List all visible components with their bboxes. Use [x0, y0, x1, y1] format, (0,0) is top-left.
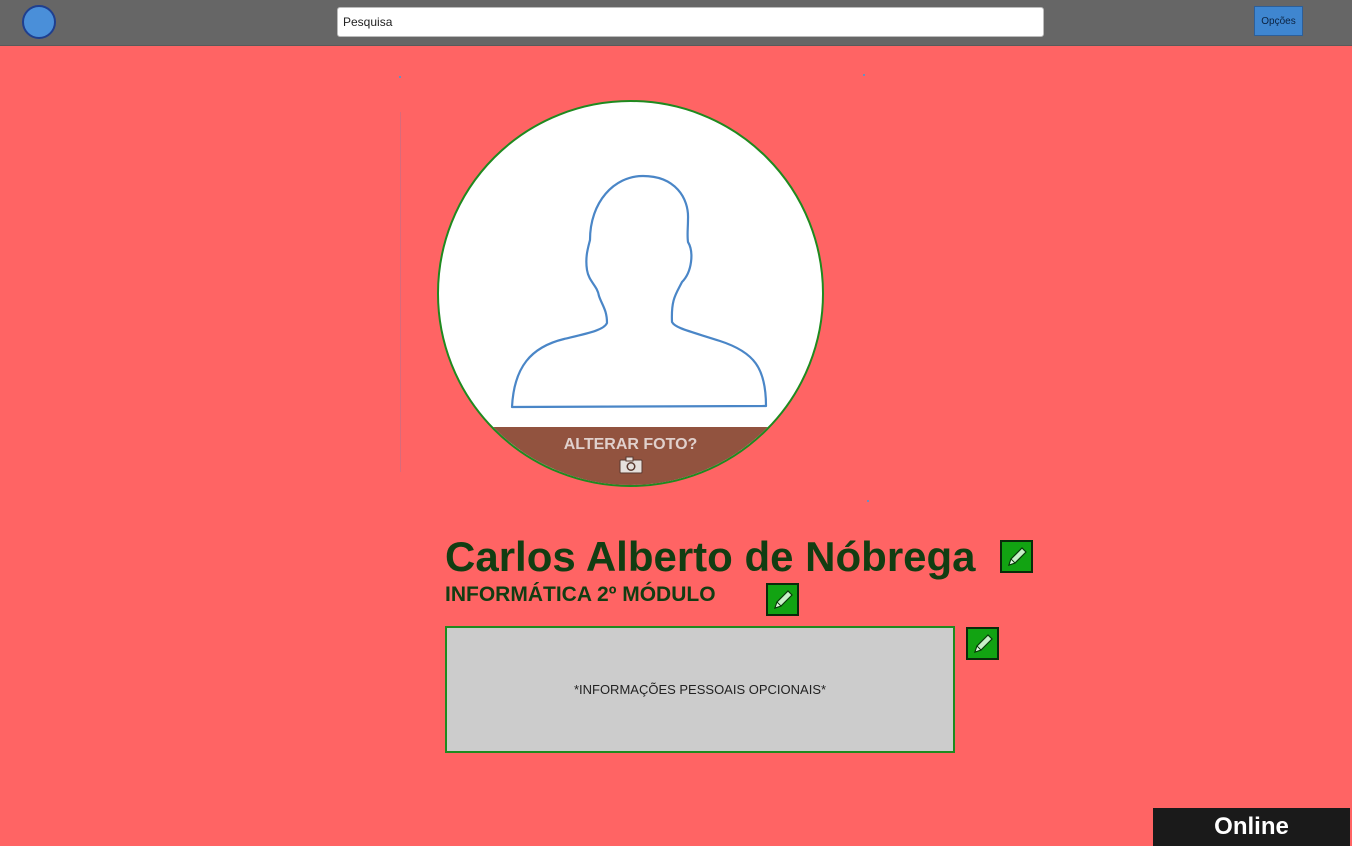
pencil-icon	[773, 589, 793, 609]
decorative-dot	[867, 500, 869, 502]
pencil-icon	[1007, 546, 1027, 566]
edit-name-button[interactable]	[1000, 540, 1033, 573]
options-button[interactable]: Opções	[1254, 6, 1303, 36]
profile-avatar: ALTERAR FOTO?	[437, 100, 824, 487]
divider-line	[400, 112, 401, 472]
change-photo-button[interactable]: ALTERAR FOTO?	[439, 427, 822, 485]
online-status-badge: Online	[1153, 808, 1350, 846]
search-input[interactable]	[337, 7, 1044, 37]
edit-course-button[interactable]	[766, 583, 799, 616]
personal-info-placeholder: *INFORMAÇÕES PESSOAIS OPCIONAIS*	[573, 682, 827, 697]
home-logo-icon[interactable]	[22, 5, 56, 39]
user-name: Carlos Alberto de Nóbrega	[445, 533, 976, 580]
pencil-icon	[973, 633, 993, 653]
user-course: INFORMÁTICA 2º MÓDULO	[445, 583, 716, 606]
decorative-dot	[863, 74, 865, 76]
personal-info-box[interactable]: *INFORMAÇÕES PESSOAIS OPCIONAIS*	[445, 626, 955, 753]
edit-info-button[interactable]	[966, 627, 999, 660]
top-bar: Opções	[0, 0, 1352, 46]
camera-icon	[619, 456, 643, 479]
decorative-dot	[399, 76, 401, 78]
change-photo-label: ALTERAR FOTO?	[563, 436, 698, 453]
